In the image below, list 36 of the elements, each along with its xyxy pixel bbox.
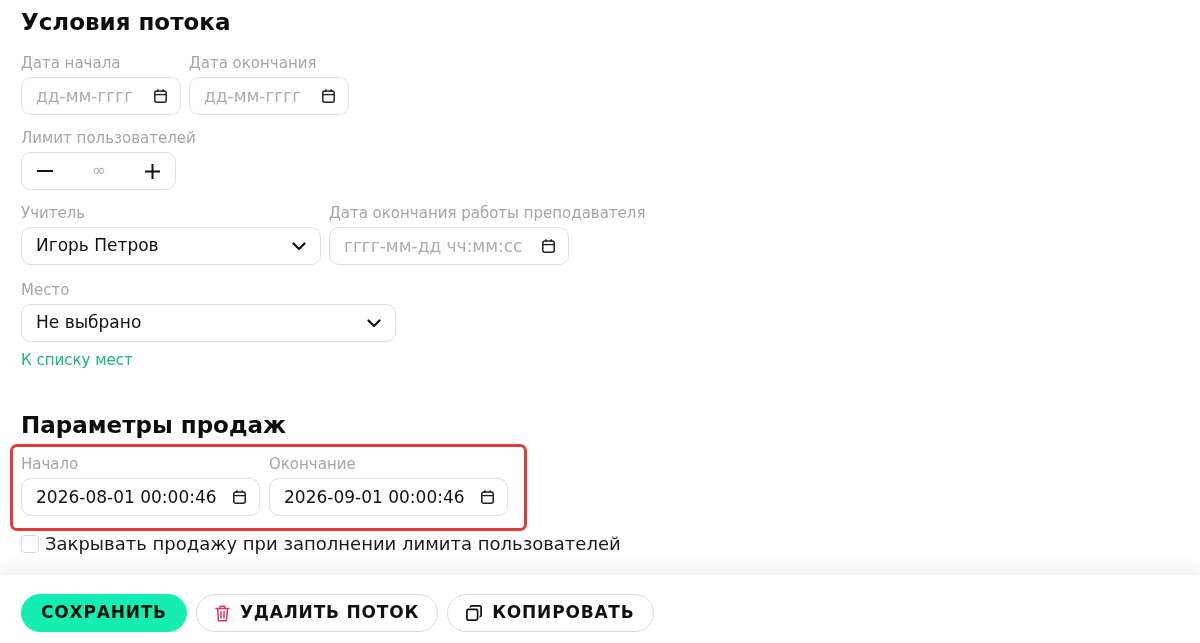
datetime-field[interactable]: гггг-мм-дд чч:мм:сс xyxy=(329,227,569,265)
trash-icon xyxy=(214,604,230,622)
place-select[interactable]: Не выбрано xyxy=(21,304,396,342)
checkbox[interactable] xyxy=(21,535,39,553)
section-heading: Условия потока xyxy=(21,9,231,35)
calendar-icon[interactable] xyxy=(154,89,167,103)
minus-icon xyxy=(37,170,53,172)
datetime-field[interactable]: 2026-09-01 00:00:46 xyxy=(269,478,508,516)
teacher-select[interactable]: Игорь Петров xyxy=(21,227,321,265)
date-field[interactable]: дд-мм-гггг xyxy=(21,77,181,115)
delete-button[interactable]: УДАЛИТЬ ПОТОК xyxy=(195,594,439,632)
field-label: Начало xyxy=(21,455,79,473)
chevron-down-icon[interactable] xyxy=(292,241,306,251)
field-label: Дата начала xyxy=(21,54,121,72)
copy-icon xyxy=(466,605,483,621)
stepper-field[interactable]: ∞ xyxy=(21,152,176,190)
datetime-field[interactable]: 2026-08-01 00:00:46 xyxy=(21,478,260,516)
calendar-icon[interactable] xyxy=(542,239,555,253)
calendar-icon[interactable] xyxy=(233,490,246,504)
section-heading: Параметры продаж xyxy=(21,412,286,438)
chevron-down-icon[interactable] xyxy=(367,318,381,328)
field-label: Окончание xyxy=(269,455,356,473)
calendar-icon[interactable] xyxy=(322,89,335,103)
field-label: Дата окончания работы преподавателя xyxy=(329,204,646,222)
field-label: Учитель xyxy=(21,204,86,222)
field-label: Место xyxy=(21,281,70,299)
increment-button[interactable] xyxy=(145,163,160,179)
save-button[interactable]: СОХРАНИТЬ xyxy=(21,594,187,632)
field-label: Дата окончания xyxy=(189,54,317,72)
calendar-icon[interactable] xyxy=(481,490,494,504)
plus-icon xyxy=(145,163,160,179)
field-label: Лимит пользователей xyxy=(21,129,196,147)
copy-button[interactable]: КОПИРОВАТЬ xyxy=(447,594,654,632)
checkbox-label: Закрывать продажу при заполнении лимита пользователей xyxy=(45,533,621,555)
limit-input[interactable]: ∞ xyxy=(61,158,137,184)
date-field[interactable]: дд-мм-гггг xyxy=(189,77,349,115)
